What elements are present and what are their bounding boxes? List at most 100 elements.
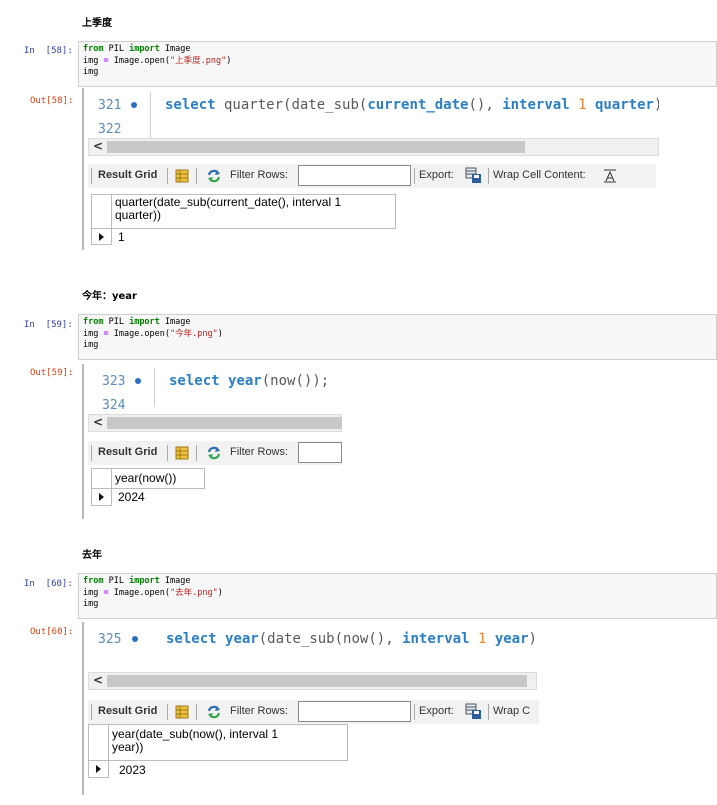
output-image: 323 324 select year(now()); < Result Gri… xyxy=(82,364,342,519)
code-line: img = Image.open("上季度.png") xyxy=(83,55,232,66)
result-cell[interactable]: 1 xyxy=(118,230,125,244)
toolbar-separator xyxy=(167,168,168,184)
grid-view-icon[interactable] xyxy=(175,168,189,183)
sql-statement[interactable]: select quarter(date_sub(current_date(), … xyxy=(165,97,659,113)
filter-rows-input[interactable] xyxy=(298,442,342,463)
export-icon[interactable] xyxy=(465,703,482,720)
sql-statement[interactable]: select year(now()); xyxy=(169,373,329,389)
toolbar-separator xyxy=(167,445,168,461)
code-line: from PIL import Image xyxy=(83,576,191,586)
scroll-left-icon[interactable]: < xyxy=(93,673,103,687)
refresh-icon[interactable] xyxy=(206,168,222,183)
section-heading: 今年：year xyxy=(82,291,137,302)
out-prompt: Out[60]: xyxy=(30,627,74,637)
toolbar-separator xyxy=(488,704,489,720)
horizontal-scrollbar[interactable]: < xyxy=(88,672,537,690)
refresh-icon[interactable] xyxy=(206,445,222,460)
export-icon[interactable] xyxy=(465,167,482,184)
scroll-left-icon[interactable]: < xyxy=(93,139,103,153)
scrollbar-thumb[interactable] xyxy=(107,417,342,429)
code-line: img xyxy=(83,67,99,77)
filter-rows-label: Filter Rows: xyxy=(230,705,289,717)
filter-rows-label: Filter Rows: xyxy=(230,169,289,181)
column-header-text: year)) xyxy=(112,740,144,754)
column-header-text: quarter(date_sub(current_date(), interva… xyxy=(115,195,342,209)
wrap-text-icon[interactable] xyxy=(603,168,617,183)
scroll-left-icon[interactable]: < xyxy=(93,415,103,429)
wrap-cell-label: Wrap C xyxy=(493,705,531,717)
row-header[interactable] xyxy=(91,488,112,506)
in-prompt: In [60]: xyxy=(24,579,73,589)
line-number: 325 xyxy=(98,632,122,647)
column-header[interactable]: year(date_sub(now(), interval 1 year)) xyxy=(108,724,348,761)
sql-statement[interactable]: select year(date_sub(now(), interval 1 y… xyxy=(166,631,539,647)
export-label: Export: xyxy=(419,169,454,181)
breakpoint-dot xyxy=(135,378,141,384)
row-header[interactable] xyxy=(91,228,112,245)
in-prompt: In [59]: xyxy=(24,320,73,330)
breakpoint-dot xyxy=(131,102,137,108)
export-label: Export: xyxy=(419,705,454,717)
result-grid-tab[interactable]: Result Grid xyxy=(98,446,157,458)
result-toolbar: Result Grid Filter Rows: xyxy=(88,441,342,465)
column-header-text: quarter)) xyxy=(115,208,162,222)
line-number: 324 xyxy=(102,398,126,413)
result-cell[interactable]: 2024 xyxy=(118,490,145,504)
row-header-corner xyxy=(91,468,112,489)
toolbar-separator xyxy=(414,168,415,184)
toolbar-separator xyxy=(196,445,197,461)
current-row-icon xyxy=(96,765,101,773)
scrollbar-thumb[interactable] xyxy=(107,141,525,153)
result-cell[interactable]: 2023 xyxy=(119,763,146,777)
column-header-text: year(date_sub(now(), interval 1 xyxy=(112,727,279,741)
result-grid: year(now()) 2024 xyxy=(90,468,220,514)
grid-view-icon[interactable] xyxy=(175,445,189,460)
code-cell[interactable]: from PIL import Image img = Image.open("… xyxy=(78,573,717,619)
row-header-corner xyxy=(88,724,109,761)
code-line: img xyxy=(83,340,99,350)
toolbar-separator xyxy=(91,445,92,461)
line-number: 321 xyxy=(98,98,122,113)
refresh-icon[interactable] xyxy=(206,704,222,719)
toolbar-separator xyxy=(196,168,197,184)
horizontal-scrollbar[interactable]: < xyxy=(88,414,342,432)
code-line: from PIL import Image xyxy=(83,317,191,327)
result-toolbar: Result Grid Filter Rows: Export: Wrap Ce… xyxy=(88,164,656,188)
scrollbar-thumb[interactable] xyxy=(107,675,527,687)
line-number: 323 xyxy=(102,374,126,389)
code-line: img = Image.open("去年.png") xyxy=(83,587,223,598)
column-header[interactable]: year(now()) xyxy=(111,468,205,489)
horizontal-scrollbar[interactable]: < xyxy=(88,138,659,156)
toolbar-separator xyxy=(167,704,168,720)
column-header[interactable]: quarter(date_sub(current_date(), interva… xyxy=(111,194,396,229)
in-prompt: In [58]: xyxy=(24,46,73,56)
grid-view-icon[interactable] xyxy=(175,704,189,719)
filter-rows-label: Filter Rows: xyxy=(230,446,289,458)
out-prompt: Out[58]: xyxy=(30,96,74,106)
line-number: 322 xyxy=(98,122,122,137)
code-line: from PIL import Image xyxy=(83,44,191,54)
result-grid-tab[interactable]: Result Grid xyxy=(98,705,157,717)
section-heading: 去年 xyxy=(82,550,102,561)
filter-rows-input[interactable] xyxy=(298,701,411,722)
out-prompt: Out[59]: xyxy=(30,368,74,378)
wrap-cell-label: Wrap Cell Content: xyxy=(493,169,586,181)
gutter-divider xyxy=(154,368,155,406)
current-row-icon xyxy=(99,493,104,501)
result-grid: quarter(date_sub(current_date(), interva… xyxy=(90,194,400,250)
code-cell[interactable]: from PIL import Image img = Image.open("… xyxy=(78,314,717,360)
output-image: 325 select year(date_sub(now(), interval… xyxy=(82,622,539,795)
toolbar-separator xyxy=(91,704,92,720)
section-heading: 上季度 xyxy=(82,18,112,29)
row-header[interactable] xyxy=(88,760,109,778)
current-row-icon xyxy=(99,233,104,241)
gutter-divider xyxy=(150,92,151,138)
code-line: img = Image.open("今年.png") xyxy=(83,328,223,339)
column-header-text: year(now()) xyxy=(115,471,177,485)
result-toolbar: Result Grid Filter Rows: Export: Wrap C xyxy=(88,700,539,724)
toolbar-separator xyxy=(488,168,489,184)
result-grid-tab[interactable]: Result Grid xyxy=(98,169,157,181)
filter-rows-input[interactable] xyxy=(298,165,411,186)
code-cell[interactable]: from PIL import Image img = Image.open("… xyxy=(78,41,717,87)
row-header-corner xyxy=(91,194,112,229)
